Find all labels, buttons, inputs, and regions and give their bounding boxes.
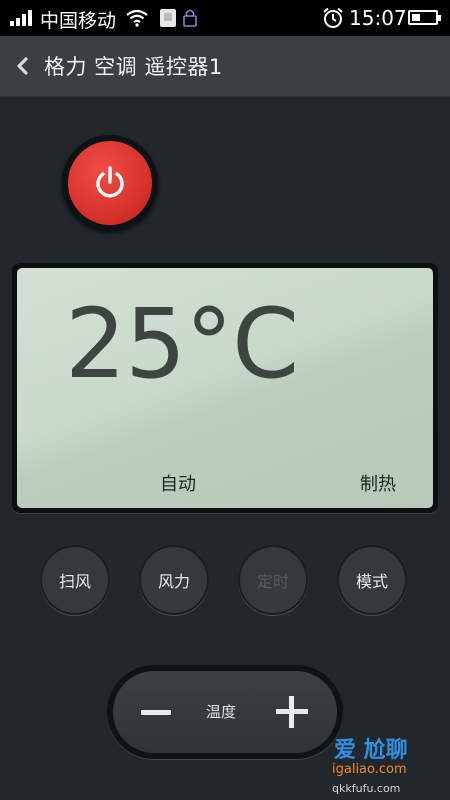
status-bar: 中国移动 15:07 — [0, 0, 450, 36]
lock-icon — [183, 9, 197, 27]
lcd-display-frame: 25°C 自动 制热 — [12, 263, 438, 513]
watermark-logo: 爱 尬聊 igaliao.com qkkfufu.com — [296, 728, 446, 798]
battery-icon — [408, 10, 441, 25]
fan-speed-button[interactable]: 风力 — [139, 545, 209, 615]
temperature-decrease-button[interactable] — [137, 697, 177, 727]
carrier-name: 中国移动 — [40, 10, 117, 32]
watermark-line3: qkkfufu.com — [332, 782, 401, 795]
watermark-line1: 爱 尬聊 — [334, 738, 408, 763]
title-bar: 格力 空调 遥控器1 — [0, 36, 450, 97]
fan-mode-label: 自动 — [160, 474, 196, 495]
power-button-ring — [62, 135, 158, 231]
alarm-icon — [323, 7, 343, 28]
power-button[interactable] — [68, 141, 152, 225]
operating-mode-label: 制热 — [360, 474, 396, 495]
page-title: 格力 空调 遥控器1 — [44, 55, 223, 79]
signal-icon — [10, 10, 34, 26]
temperature-increase-button[interactable] — [273, 693, 311, 731]
watermark-line2: igaliao.com — [332, 762, 407, 777]
power-icon — [96, 166, 124, 198]
wifi-icon — [126, 9, 148, 27]
sd-card-icon — [160, 9, 176, 27]
swing-button[interactable]: 扫风 — [40, 545, 110, 615]
timer-button[interactable]: 定时 — [238, 545, 308, 615]
lcd-display: 25°C 自动 制热 — [17, 268, 433, 508]
clock-time: 15:07 — [349, 6, 407, 30]
temperature-label: 温度 — [206, 703, 237, 721]
mode-button[interactable]: 模式 — [337, 545, 407, 615]
battery-level — [412, 14, 420, 21]
temperature-readout: 25°C — [65, 288, 299, 400]
back-button[interactable] — [10, 50, 36, 82]
